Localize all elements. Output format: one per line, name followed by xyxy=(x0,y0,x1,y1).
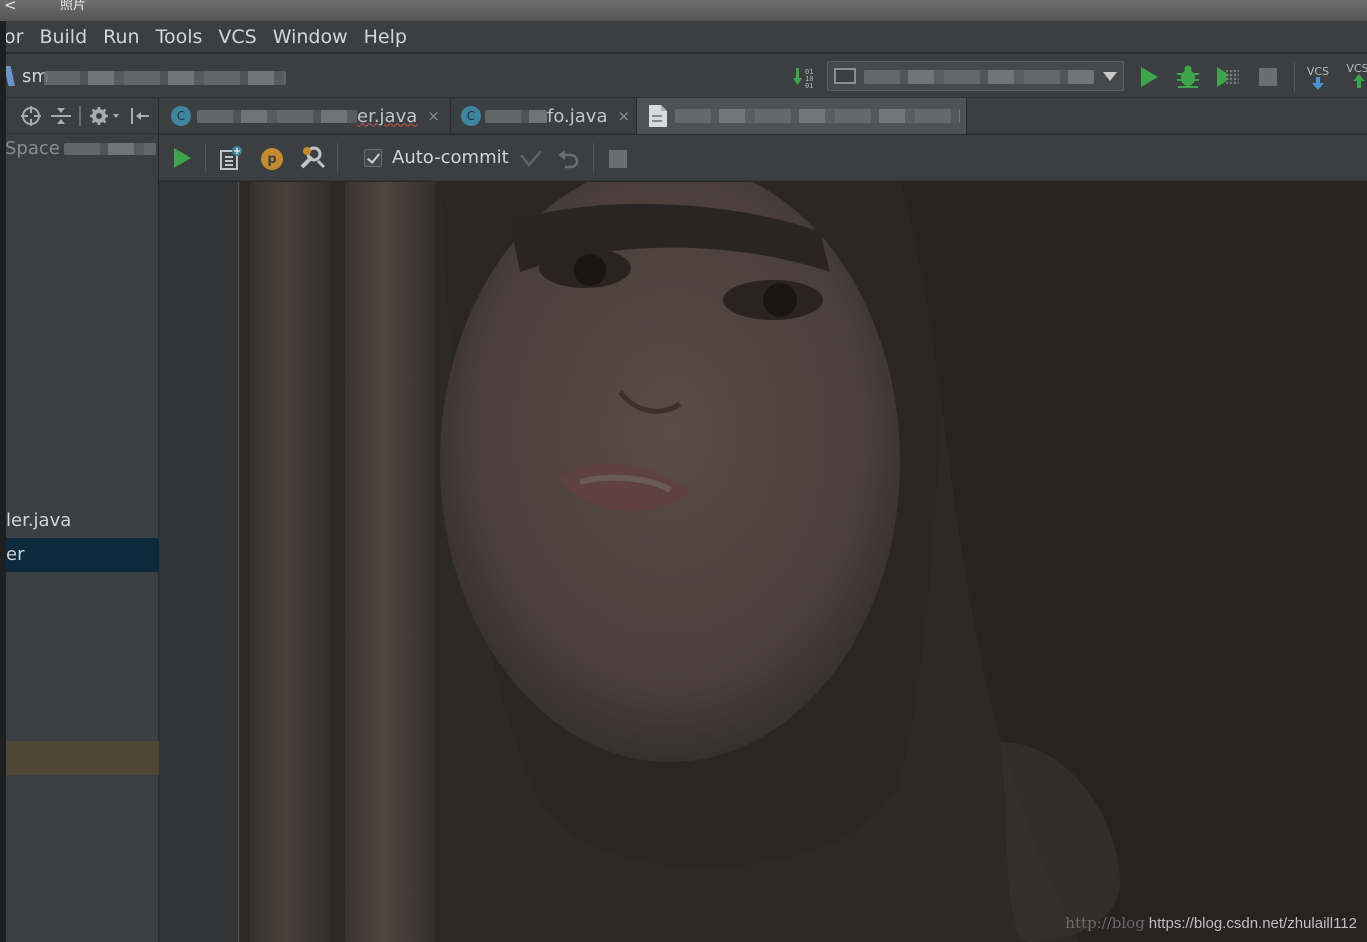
gear-icon xyxy=(90,107,119,125)
binary-data-icon[interactable]: 01 10 01 xyxy=(793,66,819,88)
menu-tools[interactable]: Tools xyxy=(156,26,203,48)
tree-item[interactable]: ler.java xyxy=(6,504,159,538)
project-panel: Space ler.java er xyxy=(5,98,159,942)
sql-editor[interactable]: http://blog https://blog.csdn.net/zhulail… xyxy=(159,182,1367,942)
window-titlebar: < 照片 xyxy=(0,0,1367,21)
watermark: http://blog https://blog.csdn.net/zhulail… xyxy=(1065,914,1357,932)
database-console-icon xyxy=(649,105,667,127)
tab-label: fo.java xyxy=(547,105,608,127)
arrow-down-icon xyxy=(1312,76,1324,90)
close-icon[interactable]: × xyxy=(427,107,440,125)
menu-help[interactable]: Help xyxy=(364,26,407,48)
collapse-all-button[interactable] xyxy=(50,105,72,127)
run-with-coverage-button[interactable] xyxy=(1215,64,1241,90)
editor-gutter xyxy=(159,182,239,942)
vcs-commit-button[interactable]: VCS xyxy=(1344,63,1367,93)
close-icon[interactable]: × xyxy=(617,107,630,125)
menu-bar: or Build Run Tools VCS Window Help xyxy=(0,21,1367,53)
watermark-ghost: http://blog xyxy=(1065,914,1145,932)
menu-build[interactable]: Build xyxy=(39,26,87,48)
window-title: 照片 xyxy=(60,0,87,13)
editor-tab-bar: C er.java × C fo.java × xyxy=(159,98,1367,134)
debug-button[interactable] xyxy=(1175,64,1201,90)
tab-label: er.java xyxy=(357,105,418,127)
toolbar-separator xyxy=(337,143,338,173)
cancel-query-button[interactable] xyxy=(607,148,629,170)
explain-plan-button[interactable] xyxy=(218,145,244,171)
editor-tab-1[interactable]: C er.java × xyxy=(159,98,451,134)
menu-window[interactable]: Window xyxy=(273,26,348,48)
redacted-config-name xyxy=(864,70,1094,84)
menu-run[interactable]: Run xyxy=(103,26,139,48)
svg-text:01: 01 xyxy=(805,82,813,88)
play-icon xyxy=(1140,67,1158,87)
clipboard-icon xyxy=(220,146,242,170)
run-button[interactable] xyxy=(1137,65,1161,89)
autocommit-checkbox[interactable] xyxy=(364,148,382,167)
rollback-button[interactable] xyxy=(557,148,579,170)
hide-panel-button[interactable] xyxy=(128,105,152,127)
hide-left-icon xyxy=(131,108,149,124)
main-toolbar: sm 01 10 01 xyxy=(0,54,1367,98)
tree-item-label: ler.java xyxy=(6,510,72,531)
tree-item-selected[interactable]: er xyxy=(6,538,159,572)
project-panel-toolbar xyxy=(6,98,159,134)
commit-check-icon[interactable] xyxy=(519,149,543,167)
menu-vcs[interactable]: VCS xyxy=(218,26,256,48)
execute-button[interactable] xyxy=(171,146,193,170)
tree-item-highlighted[interactable] xyxy=(6,741,159,775)
panel-separator xyxy=(79,106,81,126)
redacted-tab-name xyxy=(197,109,357,123)
redacted-tab-name xyxy=(485,109,547,123)
play-icon xyxy=(173,148,191,168)
vcs-update-label: VCS xyxy=(1306,64,1330,78)
bug-icon xyxy=(1177,65,1199,88)
undo-icon xyxy=(558,150,579,169)
class-icon: C xyxy=(461,106,481,126)
settings-button[interactable] xyxy=(298,145,326,171)
autocommit-label: Auto-commit xyxy=(392,147,509,168)
editor-tab-2[interactable]: C fo.java × xyxy=(451,98,637,134)
vcs-commit-label: VCS xyxy=(1346,63,1367,75)
watermark-text: https://blog.csdn.net/zhulaill112 xyxy=(1148,915,1357,932)
configuration-icon xyxy=(834,68,856,84)
redacted-path xyxy=(44,71,286,85)
class-icon: C xyxy=(171,106,191,126)
back-icon[interactable]: < xyxy=(4,0,17,14)
crosshair-icon xyxy=(21,106,41,126)
tree-root-label[interactable]: Space xyxy=(5,138,60,159)
stop-icon xyxy=(609,150,627,168)
stop-icon xyxy=(1259,68,1277,86)
collapse-icon xyxy=(51,108,71,124)
toolbar-separator xyxy=(593,143,594,173)
panel-settings-button[interactable] xyxy=(88,105,122,127)
arrow-up-icon xyxy=(1352,74,1365,88)
autocommit-toggle[interactable]: Auto-commit xyxy=(364,147,543,168)
profile-button[interactable]: p xyxy=(260,147,284,171)
menu-editor[interactable]: or xyxy=(4,26,23,48)
wrench-icon xyxy=(300,146,326,169)
chevron-down-icon xyxy=(1103,72,1117,81)
run-configuration-select[interactable] xyxy=(827,61,1124,91)
redacted-tab-name xyxy=(675,109,960,123)
toolbar-separator xyxy=(205,143,206,173)
editor-background-image xyxy=(240,182,1367,942)
p-badge-icon: p xyxy=(261,148,283,170)
redacted-tree-root xyxy=(64,143,156,155)
editor-tab-active[interactable] xyxy=(637,98,967,134)
locate-button[interactable] xyxy=(20,105,42,127)
vcs-update-button[interactable]: VCS xyxy=(1304,63,1332,93)
console-toolbar: p Auto-commit xyxy=(159,135,1367,181)
coverage-icon xyxy=(1217,67,1239,87)
stop-button[interactable] xyxy=(1256,65,1280,89)
tree-item-label: er xyxy=(6,544,25,565)
toolbar-separator xyxy=(1294,62,1295,92)
